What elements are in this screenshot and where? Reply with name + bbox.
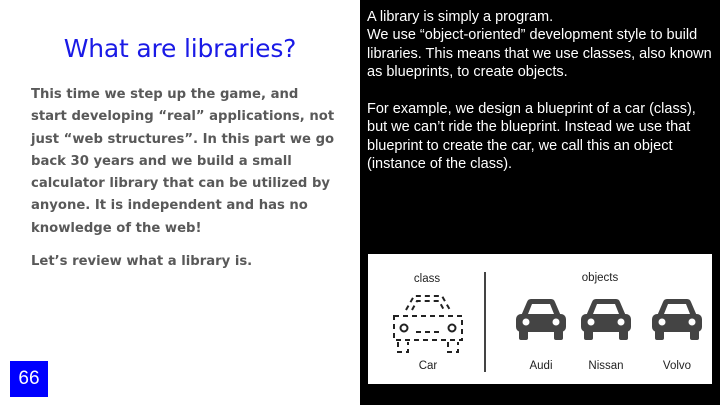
explanation-paragraph-2: For example, we design a blueprint of a … xyxy=(367,101,696,173)
explanation-line-1: A library is simply a program. We use “o… xyxy=(367,9,712,81)
class-objects-diagram: class objects Car Audi Nissan Volvo xyxy=(368,254,712,384)
page-number-badge: 66 xyxy=(10,361,48,397)
car-outline-headlight-left xyxy=(399,323,409,333)
class-label-car: Car xyxy=(419,360,438,372)
slide-title: What are libraries? xyxy=(63,34,297,63)
object-label-audi: Audi xyxy=(529,360,552,372)
car-outline-headlight-right xyxy=(447,323,457,333)
explanation-text: A library is simply a program. We use “o… xyxy=(367,8,712,174)
car-icon xyxy=(516,299,566,340)
slide-body: This time we step up the game, and start… xyxy=(31,84,336,273)
object-label-volvo: Volvo xyxy=(663,360,691,372)
body-paragraph-2: Let’s review what a library is. xyxy=(31,254,253,270)
class-header: class xyxy=(414,273,440,285)
car-icon xyxy=(652,299,702,340)
explanation-paragraph-1: A library is simply a program. We use “o… xyxy=(367,8,712,82)
objects-header: objects xyxy=(582,272,619,284)
diagram-svg: class objects Car Audi Nissan Volvo xyxy=(393,272,702,372)
car-icon xyxy=(581,299,631,340)
body-paragraph-1: This time we step up the game, and start… xyxy=(31,87,335,236)
object-label-nissan: Nissan xyxy=(588,360,623,372)
